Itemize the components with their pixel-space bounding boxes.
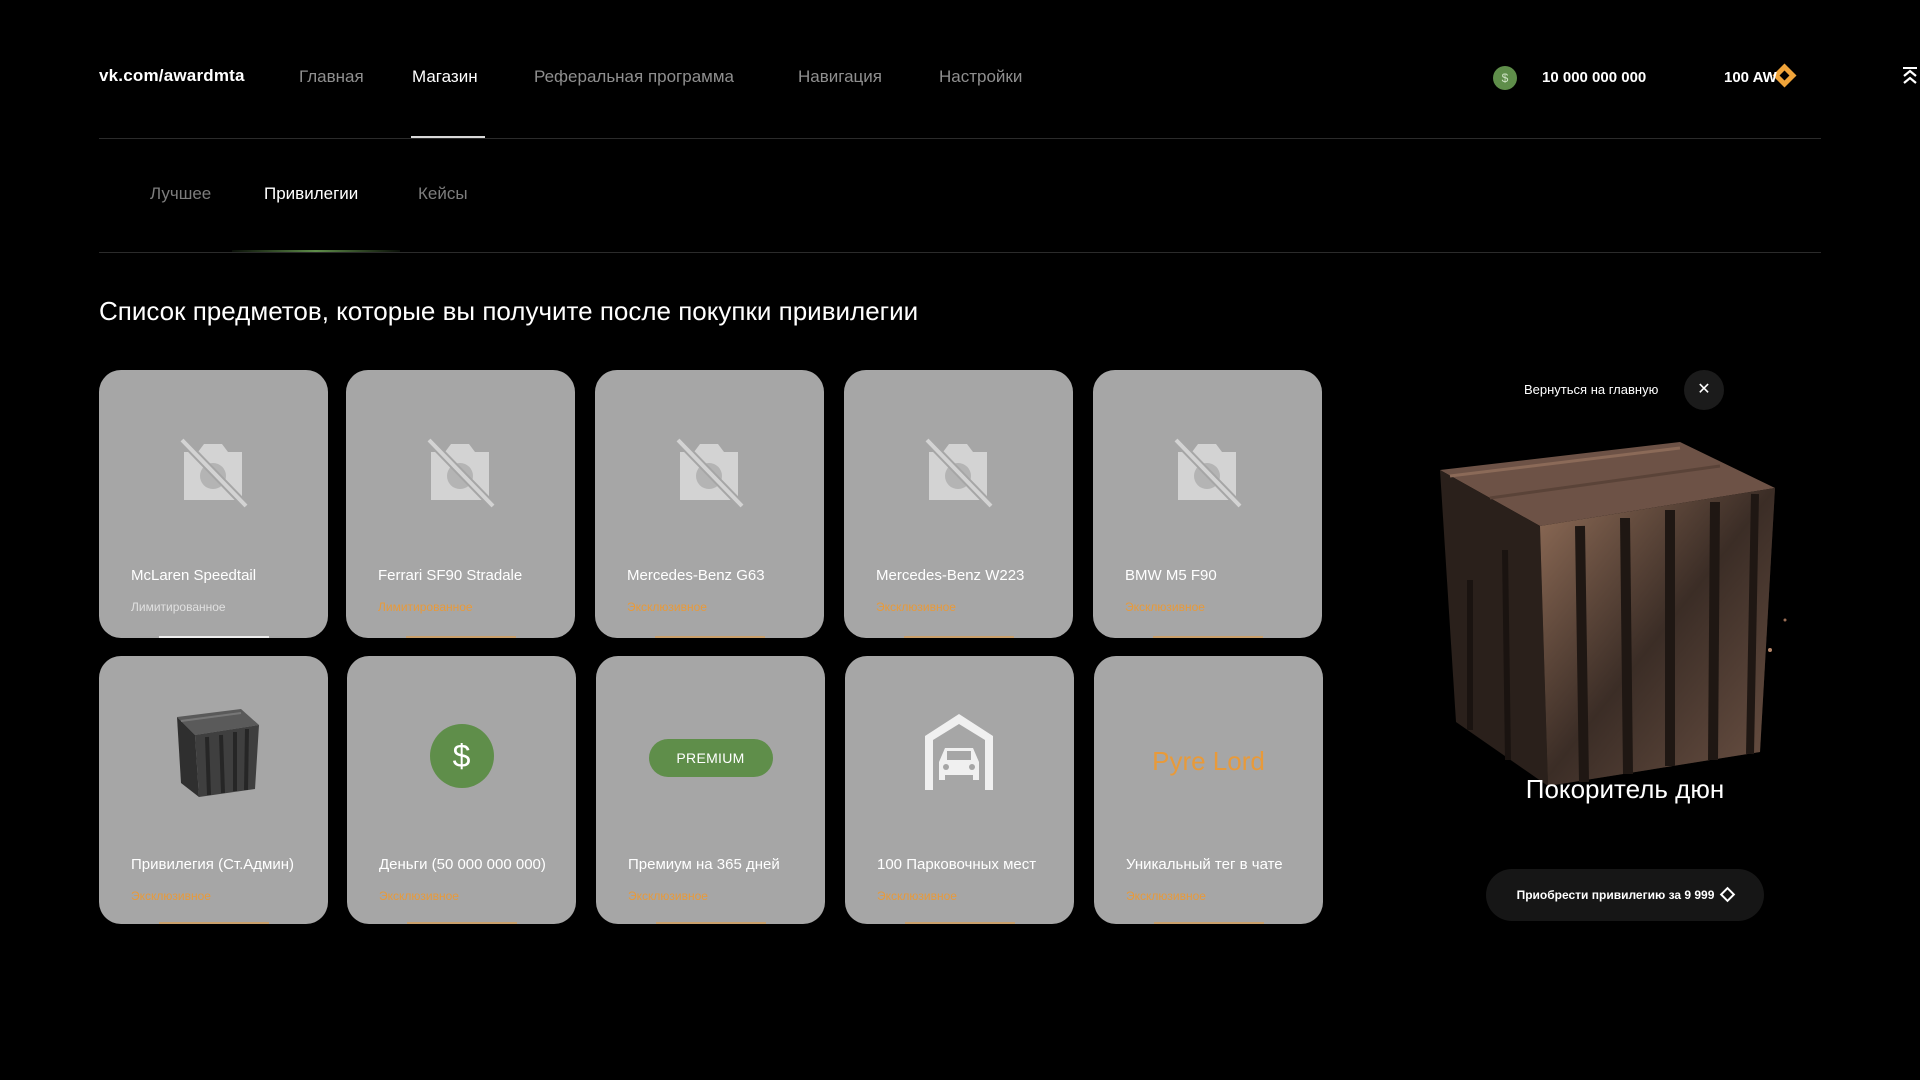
dollar-coin-icon: $	[1493, 66, 1517, 90]
item-card[interactable]: PREMIUM Премиум на 365 дней Эксклюзивное	[596, 656, 825, 924]
nav-item-settings[interactable]: Настройки	[939, 67, 1022, 87]
card-title: Уникальный тег в чате	[1126, 856, 1283, 873]
item-card[interactable]: $ Деньги (50 000 000 000) Эксклюзивное	[347, 656, 576, 924]
card-rarity: Эксклюзивное	[1125, 600, 1205, 614]
tab-privileges[interactable]: Привилегии	[264, 184, 358, 204]
tab-active-underline	[232, 250, 400, 252]
item-card[interactable]: Mercedes-Benz W223 Эксклюзивное	[844, 370, 1073, 638]
money-balance: 10 000 000 000	[1542, 69, 1647, 86]
item-card[interactable]: Привилегия (Ст.Админ) Эксклюзивное	[99, 656, 328, 924]
shop-subtabs: Лучшее Привилегии Кейсы	[99, 138, 1821, 253]
top-header: vk.com/awardmta Главная Магазин Рефераль…	[99, 0, 1917, 139]
tab-best[interactable]: Лучшее	[150, 184, 211, 204]
nav-item-referral[interactable]: Реферальная программа	[534, 67, 734, 87]
nav-item-navigation[interactable]: Навигация	[798, 67, 882, 87]
card-title: McLaren Speedtail	[131, 567, 257, 584]
card-rarity: Эксклюзивное	[876, 600, 956, 614]
no-photo-icon	[1093, 432, 1322, 509]
no-photo-icon	[844, 432, 1073, 509]
buy-privilege-button[interactable]: Приобрести привилегию за 9 999	[1486, 869, 1764, 921]
chevron-collapse-icon[interactable]	[1902, 66, 1918, 89]
item-card[interactable]: Ferrari SF90 Stradale Лимитированное	[346, 370, 575, 638]
card-glow	[158, 922, 269, 924]
garage-car-icon	[845, 712, 1074, 792]
item-card[interactable]: McLaren Speedtail Лимитированное	[99, 370, 328, 638]
card-glow	[158, 636, 269, 638]
no-photo-icon	[99, 432, 328, 509]
page-title: Список предметов, которые вы получите по…	[99, 296, 919, 326]
card-glow	[405, 636, 516, 638]
card-title: Премиум на 365 дней	[628, 856, 780, 873]
nav-item-home[interactable]: Главная	[299, 67, 364, 87]
diamond-icon	[1720, 886, 1736, 903]
nav-item-shop[interactable]: Магазин	[412, 67, 478, 87]
card-rarity: Эксклюзивное	[877, 889, 957, 903]
privilege-name: Покоритель дюн	[1525, 774, 1725, 804]
card-glow	[406, 922, 517, 924]
no-photo-icon	[346, 432, 575, 509]
card-rarity: Эксклюзивное	[1126, 889, 1206, 903]
card-glow	[904, 922, 1015, 924]
card-title: Привилегия (Ст.Админ)	[131, 856, 295, 873]
card-title: Ferrari SF90 Stradale	[378, 567, 523, 584]
aw-balance: 100 AW	[1724, 69, 1777, 86]
card-glow	[654, 636, 765, 638]
chat-tag-text: Pyre Lord	[1152, 746, 1265, 776]
dollar-icon: $	[429, 724, 494, 788]
close-button[interactable]: ✕	[1684, 370, 1724, 410]
card-rarity: Эксклюзивное	[131, 889, 211, 903]
item-card[interactable]: BMW M5 F90 Эксклюзивное	[1093, 370, 1322, 638]
privilege-crate-image	[1430, 430, 1810, 810]
card-rarity: Лимитированное	[378, 600, 473, 614]
card-rarity: Эксклюзивное	[628, 889, 708, 903]
item-card[interactable]: Mercedes-Benz G63 Эксклюзивное	[595, 370, 824, 638]
card-title: Деньги (50 000 000 000)	[379, 856, 546, 873]
back-to-main-link[interactable]: Вернуться на главную	[1524, 382, 1658, 397]
card-rarity: Лимитированное	[131, 600, 226, 614]
card-title: 100 Парковочных мест	[877, 856, 1037, 873]
premium-badge: PREMIUM	[648, 739, 773, 777]
no-photo-icon	[595, 432, 824, 509]
close-icon: ✕	[1697, 381, 1711, 398]
card-rarity: Эксклюзивное	[627, 600, 707, 614]
card-glow	[1152, 636, 1263, 638]
card-glow	[655, 922, 766, 924]
card-glow	[903, 636, 1014, 638]
crate-icon	[99, 701, 328, 801]
site-logo[interactable]: vk.com/awardmta	[99, 66, 245, 86]
item-card[interactable]: Pyre Lord Уникальный тег в чате Эксклюзи…	[1094, 656, 1323, 924]
card-title: Mercedes-Benz G63	[627, 567, 765, 584]
item-card[interactable]: 100 Парковочных мест Эксклюзивное	[845, 656, 1074, 924]
card-glow	[1153, 922, 1264, 924]
tab-cases[interactable]: Кейсы	[418, 184, 468, 204]
card-title: Mercedes-Benz W223	[876, 567, 1025, 584]
card-title: BMW M5 F90	[1125, 567, 1217, 584]
buy-button-label: Приобрести привилегию за 9 999	[1516, 888, 1715, 902]
card-rarity: Эксклюзивное	[379, 889, 459, 903]
